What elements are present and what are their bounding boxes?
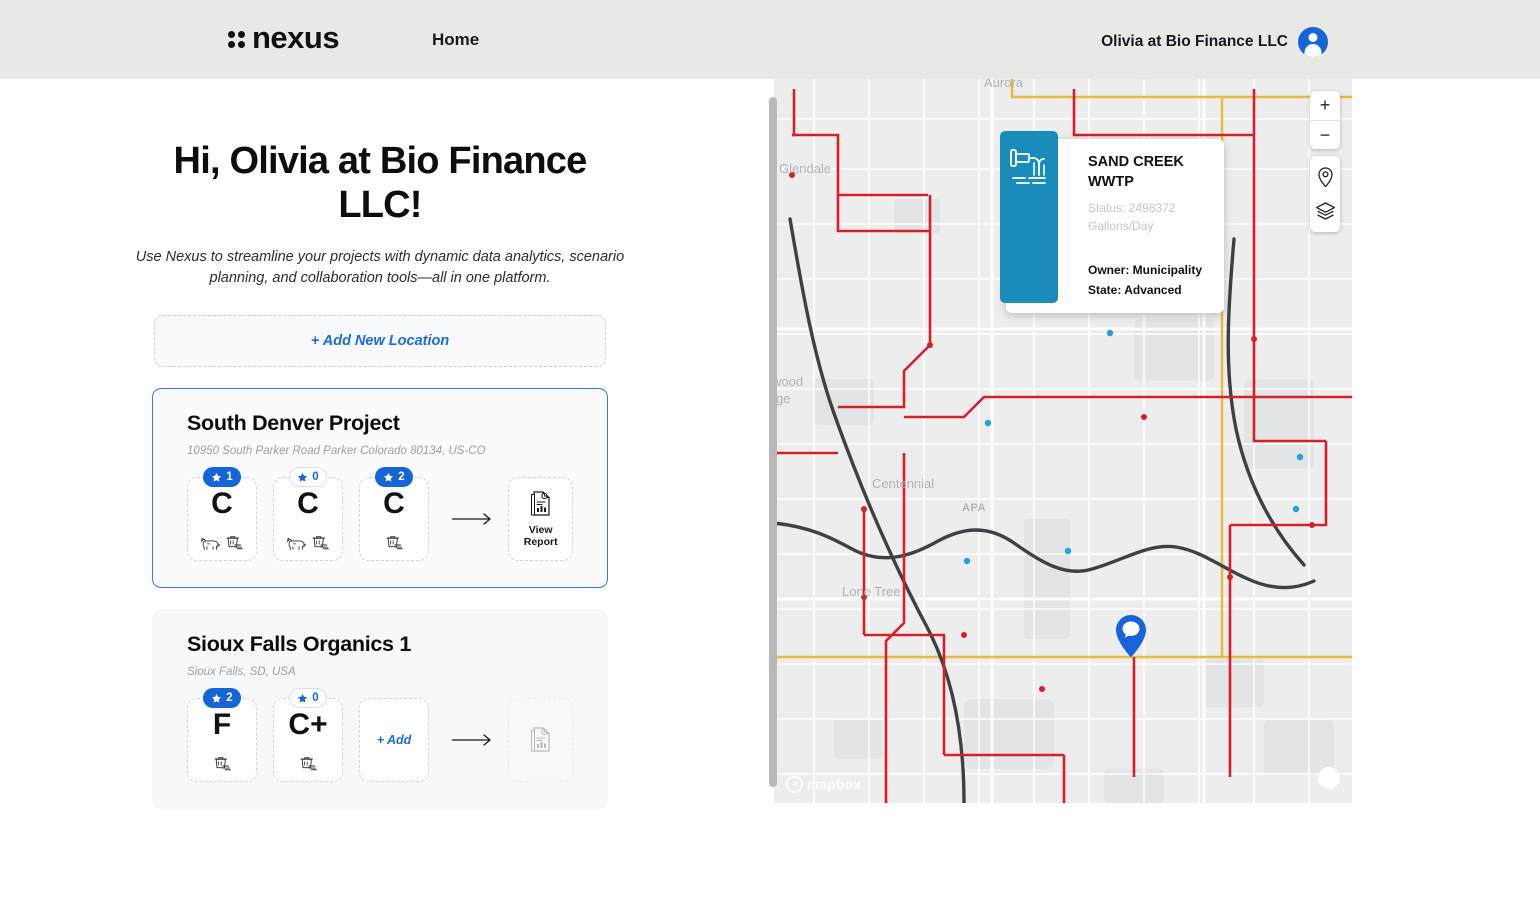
grade-icon-group <box>298 752 318 772</box>
waste-bin-icon <box>300 757 317 771</box>
grade-letter: C+ <box>288 708 328 742</box>
grade-card[interactable]: C <box>273 477 343 562</box>
grade-icon-group <box>384 531 404 551</box>
nexus-logo[interactable]: nexus <box>228 20 340 55</box>
map-pin-tool-button[interactable] <box>1310 160 1340 194</box>
view-report-button-disabled <box>508 698 573 783</box>
grade-slot: 2 C <box>359 467 429 562</box>
star-icon <box>298 693 308 703</box>
mapbox-label: mapbox <box>807 777 862 792</box>
waste-bin-icon <box>386 536 403 550</box>
grade-row: 1 C 0 C 2 C View Report <box>187 467 573 562</box>
mapbox-logo-icon <box>786 776 803 793</box>
four-dots-icon <box>228 30 245 48</box>
grade-card[interactable]: F <box>187 698 257 783</box>
map-pin-icon <box>1317 166 1333 187</box>
grade-letter: C <box>383 487 405 521</box>
grade-letter: F <box>212 708 232 742</box>
waste-bin-icon <box>226 536 243 550</box>
user-name-label: Olivia at Bio Finance LLC <box>1101 33 1288 50</box>
main-content-panel: Hi, Olivia at Bio Finance LLC! Use Nexus… <box>0 79 760 810</box>
add-grade-button[interactable]: + Add <box>359 698 429 783</box>
project-address: 10950 South Parker Road Parker Colorado … <box>187 445 486 458</box>
waste-bin-icon <box>214 757 231 771</box>
popup-title: SAND CREEK WWTP <box>1088 154 1184 190</box>
map-feature-popup[interactable]: SAND CREEK WWTP Status: 2498372 Gallons/… <box>1000 131 1224 313</box>
grade-icon-group <box>212 752 232 772</box>
water-outfall-icon <box>1010 149 1046 184</box>
popup-accent-panel <box>1000 131 1058 303</box>
grade-letter: C <box>211 487 233 521</box>
report-document-icon <box>530 727 550 753</box>
badge-count: 2 <box>226 692 233 705</box>
mapbox-attribution[interactable]: mapbox <box>786 776 861 793</box>
grade-row: 2 F 0 C+ + Add <box>187 688 573 783</box>
grade-card[interactable]: C+ <box>273 698 343 783</box>
grade-slot: + Add <box>359 698 429 783</box>
grade-slot: 1 C <box>187 467 257 562</box>
map-bottom-right-control[interactable] <box>1318 767 1340 789</box>
grade-slot: 0 C <box>273 467 343 562</box>
report-label: View Report <box>523 524 558 549</box>
map-tool-controls <box>1310 156 1340 232</box>
star-badge: 0 <box>289 467 327 488</box>
project-card-south-denver[interactable]: South Denver Project 10950 South Parker … <box>152 388 608 589</box>
project-title: Sioux Falls Organics 1 <box>187 632 412 657</box>
project-address: Sioux Falls, SD, USA <box>187 666 296 679</box>
badge-count: 1 <box>226 471 233 484</box>
map-marker[interactable] <box>1114 614 1148 663</box>
page-subtitle: Use Nexus to streamline your projects wi… <box>135 249 625 287</box>
map-scrollbar[interactable] <box>769 97 777 787</box>
layers-icon <box>1315 201 1335 220</box>
grade-slot: 2 F <box>187 688 257 783</box>
page-title: Hi, Olivia at Bio Finance LLC! <box>173 140 588 226</box>
popup-status: Status: 2498372 Gallons/Day <box>1088 201 1176 233</box>
star-badge: 0 <box>289 688 327 709</box>
badge-count: 0 <box>312 471 319 484</box>
nav-item-home[interactable]: Home <box>432 30 479 50</box>
badge-count: 2 <box>398 471 405 484</box>
map-canvas[interactable]: Aurora Glendale wood ge Centennial APA L… <box>774 79 1352 803</box>
project-title: South Denver Project <box>187 411 400 436</box>
star-icon <box>212 472 222 482</box>
view-report-button[interactable]: View Report <box>508 477 573 562</box>
grade-card[interactable]: C <box>359 477 429 562</box>
map-marker-comment-icon <box>1116 615 1146 657</box>
report-document-icon <box>530 491 550 516</box>
arrow-right-icon <box>451 513 491 526</box>
grade-icon-group <box>286 531 330 551</box>
popup-owner: Owner: Municipality <box>1088 262 1203 277</box>
star-icon <box>212 693 222 703</box>
cow-icon <box>201 538 220 551</box>
map-zoom-in-button[interactable]: + <box>1310 91 1340 120</box>
star-badge: 2 <box>375 467 413 488</box>
grade-icon-group <box>200 531 244 551</box>
project-card-sioux-falls[interactable]: Sioux Falls Organics 1 Sioux Falls, SD, … <box>152 609 608 810</box>
user-menu[interactable]: Olivia at Bio Finance LLC <box>1101 27 1328 57</box>
flow-arrow <box>445 512 500 526</box>
cow-icon <box>287 538 306 551</box>
badge-count: 0 <box>312 692 319 705</box>
waste-bin-icon <box>312 536 329 550</box>
grade-letter: C <box>297 487 319 521</box>
arrow-right-icon <box>451 734 491 747</box>
star-icon <box>384 472 394 482</box>
flow-arrow <box>445 733 500 747</box>
grade-slot: 0 C+ <box>273 688 343 783</box>
logo-text: nexus <box>252 20 340 55</box>
map-region: Aurora Glendale wood ge Centennial APA L… <box>760 79 1352 803</box>
popup-state: State: Advanced <box>1088 282 1182 297</box>
add-new-location-button[interactable]: + Add New Location <box>154 315 606 368</box>
map-layers-tool-button[interactable] <box>1310 194 1340 228</box>
user-avatar-icon[interactable] <box>1298 27 1328 57</box>
star-badge: 1 <box>203 467 241 488</box>
star-badge: 2 <box>203 688 241 709</box>
star-icon <box>298 472 308 482</box>
app-header: nexus Home Olivia at Bio Finance LLC <box>0 0 1540 79</box>
map-zoom-out-button[interactable]: − <box>1310 120 1340 149</box>
grade-card[interactable]: C <box>187 477 257 562</box>
map-zoom-controls: + − <box>1310 91 1340 149</box>
